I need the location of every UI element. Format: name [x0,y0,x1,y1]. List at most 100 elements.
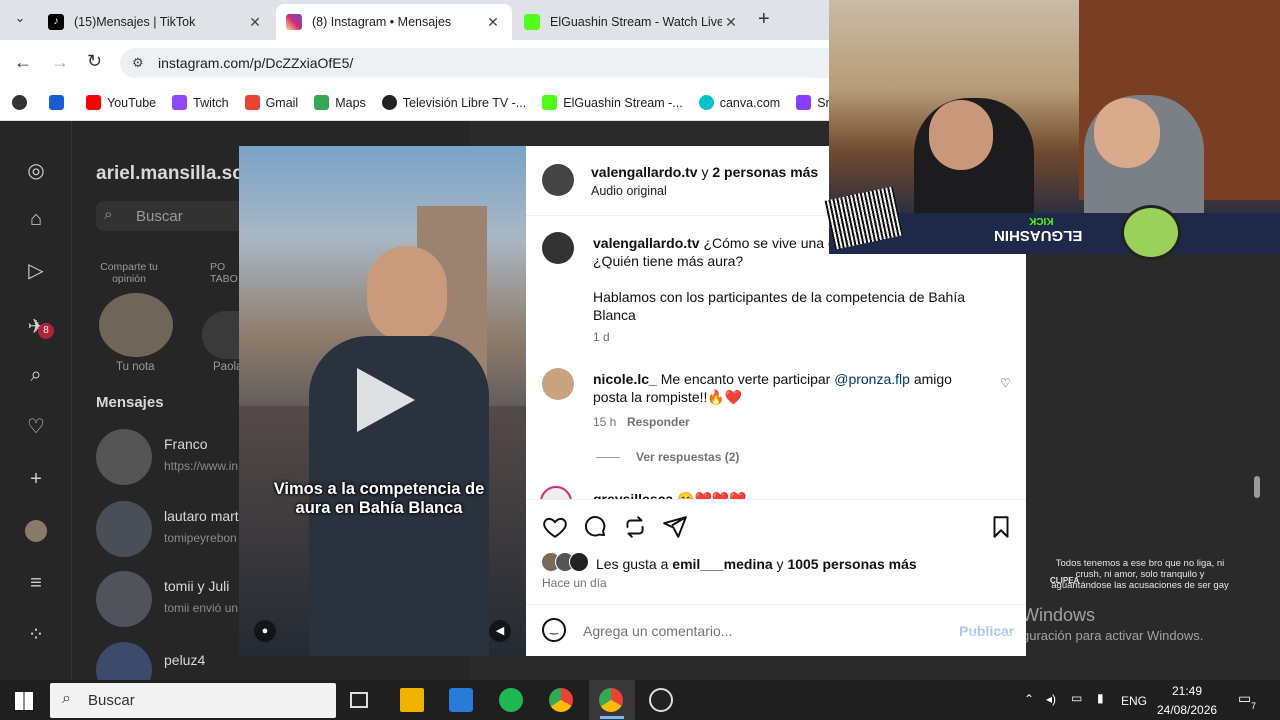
language-indicator[interactable]: ENG [1121,694,1147,708]
close-tab-icon[interactable]: ✕ [246,14,264,31]
audio-link[interactable]: Audio original [591,184,667,198]
my-note-label: Tu nota [116,361,155,373]
activate-windows-watermark: Activar Windows Ve a Configuración para … [962,605,1203,643]
address-bar[interactable]: ⚙ instagram.com/p/DcZZxiaOfE5/ [120,48,832,78]
notifications-icon[interactable]: ▭ [1238,690,1251,707]
task-view-icon[interactable] [350,692,368,708]
author-avatar[interactable] [542,164,574,196]
close-tab-icon[interactable]: ✕ [722,14,740,31]
windows-start-icon[interactable] [15,692,33,710]
likers-avatars[interactable] [541,552,595,572]
forward-arrow-icon[interactable]: → [51,52,69,73]
active-app-indicator [600,716,624,719]
comment-avatar[interactable] [542,368,574,400]
reload-icon[interactable]: ↻ [87,51,102,72]
likes-user[interactable]: emil___medina [672,556,772,572]
account-username[interactable]: ariel.mansilla.sc [96,163,246,185]
globe-icon [12,95,27,110]
search-box[interactable]: ⌕ Buscar [96,201,246,231]
bookmark-snapins[interactable]: SnapIns [796,95,832,110]
bookmark-gmail[interactable]: Gmail [244,95,298,110]
caption-avatar[interactable] [542,232,574,264]
tab-title: (15)Mensajes | TikTok [74,15,196,29]
emoji-icon[interactable]: ‿ [542,618,566,642]
threads-icon[interactable]: ⁘ [24,623,48,647]
reels-icon[interactable]: ▷ [24,259,48,283]
comment-mention[interactable]: @pronza.flp [834,371,910,387]
microsoft-store-icon[interactable] [449,688,473,712]
tab-search-chevron-icon[interactable]: ⌄ [10,10,30,30]
comment-like-icon[interactable]: ♡ [1000,376,1011,390]
reply-button[interactable]: Responder [627,415,690,429]
reel-video[interactable]: Vimos a la competencia de aura en Bahía … [239,146,526,656]
bookmark-label: ElGuashin Stream -... [563,95,683,110]
tagged-user-icon[interactable]: ● [254,620,276,642]
next-comment-clip: greysillesca 😊❤️❤️❤️ [526,482,1026,499]
obs-icon[interactable] [649,688,673,712]
conversation-item[interactable]: tomii y Juli tomii envió un [96,571,246,627]
post-header: valengallardo.tv y 2 personas más [591,164,818,180]
channel-name: ELGUASHIN [994,227,1083,244]
network-icon[interactable]: ▭ [1071,691,1082,705]
next-comment-text: 😊❤️❤️❤️ [673,491,747,499]
new-tab-button[interactable]: + [758,8,770,31]
file-explorer-icon[interactable] [400,688,424,712]
next-comment-avatar[interactable] [540,486,572,499]
instagram-logo-icon[interactable]: ◎ [24,159,48,183]
comment-username[interactable]: nicole.lc_ [593,371,657,387]
menu-icon[interactable]: ≡ [24,571,48,595]
clock-time[interactable]: 21:49 [1172,684,1202,698]
search-icon[interactable]: ⌕ [24,363,48,387]
tab-kick[interactable]: ElGuashin Stream - Watch Live ✕ [514,4,750,40]
conversation-avatar [96,571,152,627]
tab-tiktok[interactable]: ♪ (15)Mensajes | TikTok ✕ [38,4,274,40]
bookmark-maps[interactable]: Maps [314,95,366,110]
next-comment-username[interactable]: greysillesca [593,491,673,499]
like-heart-icon[interactable] [542,514,568,540]
profile-avatar[interactable] [25,520,47,542]
bookmark-twitch[interactable]: Twitch [172,95,229,110]
play-icon[interactable] [357,368,415,432]
bookmark-h[interactable] [49,95,70,110]
create-icon[interactable]: + [24,467,48,491]
bookmark-label: Maps [335,95,366,110]
scrollbar-thumb[interactable] [1254,476,1260,498]
collab-more-link[interactable]: 2 personas más [712,164,818,180]
likes-count[interactable]: 1005 personas más [787,556,916,572]
repost-icon[interactable] [622,514,648,540]
bookmark-youtube[interactable]: YouTube [86,95,156,110]
my-note-avatar[interactable] [99,293,173,357]
volume-icon[interactable]: ◀ [489,620,511,642]
site-info-icon[interactable]: ⚙ [132,55,144,71]
bookmark-television-libre[interactable]: Televisión Libre TV -... [381,95,526,110]
conversation-item[interactable]: peluz4 [96,642,246,680]
home-icon[interactable]: ⌂ [24,207,48,231]
heart-icon[interactable]: ♡ [24,415,48,439]
tray-chevron-icon[interactable]: ⌃ [1024,692,1034,706]
share-send-icon[interactable] [662,514,688,540]
chrome-icon[interactable] [549,688,573,712]
notifications-count: 7 [1251,701,1257,711]
author-username[interactable]: valengallardo.tv [591,164,698,180]
chrome-profile-icon[interactable] [599,688,623,712]
bookmark-elguashin[interactable]: ElGuashin Stream -... [542,95,683,110]
volume-icon[interactable]: ◂) [1046,692,1056,706]
view-replies-button[interactable]: Ver respuestas (2) [636,450,739,464]
clock-date[interactable]: 24/08/2026 [1157,703,1217,717]
save-bookmark-icon[interactable] [988,514,1014,540]
close-tab-icon[interactable]: ✕ [484,14,502,31]
bookmark-globe[interactable] [12,95,33,110]
comment-bubble-icon[interactable] [582,514,608,540]
spotify-icon[interactable] [499,688,523,712]
caption-username[interactable]: valengallardo.tv [593,235,700,251]
taskbar-search[interactable]: ⌕ Buscar [50,683,336,718]
caption-time: 1 d [593,330,610,344]
conversation-item[interactable]: lautaro mart tomipeyrebon [96,501,246,557]
bookmark-canva[interactable]: canva.com [698,95,780,110]
note-avatar[interactable] [202,311,242,359]
back-arrow-icon[interactable]: ← [14,52,32,73]
tab-instagram[interactable]: (8) Instagram • Mensajes ✕ [276,4,512,40]
usb-icon[interactable]: ▮ [1097,691,1104,705]
conversation-item[interactable]: Franco https://www.in [96,429,246,485]
comment-input[interactable]: Agrega un comentario... [583,623,732,639]
